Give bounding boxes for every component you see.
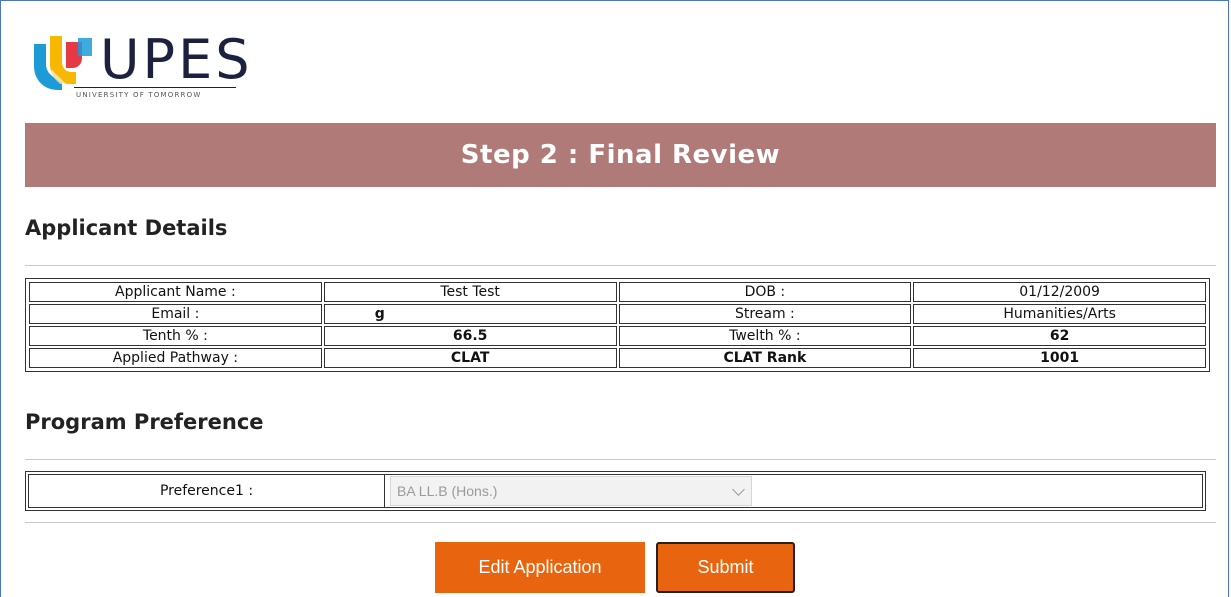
upes-logo: UPES UNIVERSITY OF TOMORROW	[26, 24, 249, 106]
dob-value: 01/12/2009	[913, 282, 1206, 302]
dob-label: DOB :	[618, 282, 912, 302]
divider	[25, 265, 1216, 266]
clat-rank-value: 1001	[913, 348, 1206, 368]
twelfth-label: Twelth % :	[618, 326, 912, 346]
upes-logo-mark-icon	[34, 36, 92, 90]
logo-divider	[74, 87, 236, 88]
divider	[25, 459, 1216, 460]
clat-rank-label: CLAT Rank	[618, 348, 912, 368]
step-title: Step 2 : Final Review	[460, 140, 781, 170]
edit-application-button[interactable]: Edit Application	[435, 542, 645, 593]
preference1-select[interactable]: BA LL.B (Hons.)	[390, 476, 752, 506]
twelfth-value: 62	[913, 326, 1206, 346]
preference1-label: Preference1 :	[29, 475, 385, 507]
email-value: g	[323, 304, 617, 324]
applicant-name-value: Test Test	[323, 282, 617, 302]
email-label: Email :	[29, 304, 322, 324]
table-row: Tenth % : 66.5 Twelth % : 62	[29, 326, 1206, 346]
submit-button[interactable]: Submit	[656, 542, 795, 593]
program-preference-heading: Program Preference	[25, 410, 264, 434]
step-banner: Step 2 : Final Review	[25, 123, 1216, 187]
table-row: Applied Pathway : CLAT CLAT Rank 1001	[29, 348, 1206, 368]
tenth-value: 66.5	[323, 326, 617, 346]
logo-tagline: UNIVERSITY OF TOMORROW	[76, 91, 202, 99]
table-row: Applicant Name : Test Test DOB : 01/12/2…	[29, 282, 1206, 302]
preference1-value: BA LL.B (Hons.)	[397, 483, 498, 499]
applicant-details-heading: Applicant Details	[25, 216, 228, 240]
chevron-down-icon	[732, 482, 745, 496]
upes-wordmark: UPES	[100, 28, 253, 91]
preference-table: Preference1 : BA LL.B (Hons.)	[25, 471, 1206, 511]
stream-value: Humanities/Arts	[913, 304, 1206, 324]
table-row: Email : g Stream : Humanities/Arts	[29, 304, 1206, 324]
tenth-label: Tenth % :	[29, 326, 322, 346]
pathway-value: CLAT	[323, 348, 617, 368]
applicant-details-table: Applicant Name : Test Test DOB : 01/12/2…	[25, 278, 1210, 372]
applicant-name-label: Applicant Name :	[29, 282, 322, 302]
stream-label: Stream :	[618, 304, 912, 324]
divider	[25, 522, 1216, 523]
pathway-label: Applied Pathway :	[29, 348, 322, 368]
